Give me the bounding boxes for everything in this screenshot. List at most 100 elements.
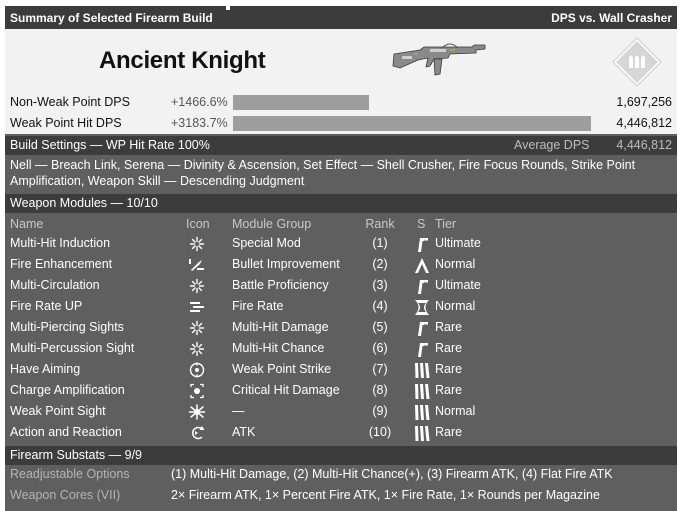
module-rank: (9) (372, 404, 388, 418)
col-rank: Rank (365, 217, 395, 231)
col-tier: Tier (435, 217, 457, 231)
module-rank: (7) (372, 362, 388, 376)
module-group: Multi-Hit Damage (232, 320, 329, 334)
title-bar: Summary of Selected Firearm Build DPS vs… (5, 6, 677, 29)
bars-socket-icon (413, 404, 431, 421)
module-rank: (10) (368, 425, 392, 439)
title-notch (226, 6, 230, 10)
burst-icon (188, 404, 206, 420)
module-row: Action and Reaction ATK (10) Rare (5, 423, 677, 444)
module-name: Weak Point Sight (10, 404, 106, 418)
module-tier: Normal (435, 299, 476, 313)
module-rank: (1) (372, 236, 388, 250)
module-row: Charge Amplification Critical Hit Damage (… (5, 381, 677, 402)
module-tier: Rare (435, 341, 463, 355)
build-summary-panel: Summary of Selected Firearm Build DPS vs… (5, 6, 677, 511)
weak-point-icon (188, 362, 206, 378)
dps-label: Weak Point Hit DPS (10, 116, 122, 130)
chevron-socket-icon (413, 257, 431, 274)
dps-row-weak-point: Weak Point Hit DPS +3183.7% 4,446,812 (5, 113, 677, 134)
substat-key: Readjustable Options (10, 467, 130, 481)
ammo-type-icon (612, 37, 662, 87)
build-settings-title: Build Settings — WP Hit Rate 100% (10, 138, 210, 152)
module-name: Action and Reaction (10, 425, 122, 439)
col-socket: S (417, 217, 426, 231)
module-tier: Normal (435, 257, 476, 271)
module-name: Multi-Circulation (10, 278, 100, 292)
build-header: Ancient Knight (5, 29, 677, 92)
bars-socket-icon (413, 362, 431, 379)
module-rank: (5) (372, 320, 388, 334)
slash-socket-icon (413, 236, 431, 253)
slash-socket-icon (413, 278, 431, 295)
module-tier: Ultimate (435, 236, 481, 250)
module-rank: (3) (372, 278, 388, 292)
dps-label: Non-Weak Point DPS (10, 95, 130, 109)
module-rank: (2) (372, 257, 388, 271)
module-row: Multi-Hit Induction Special Mod (1) Ultimat… (5, 234, 677, 255)
module-group: Multi-Hit Chance (232, 341, 325, 355)
module-group: Fire Rate (232, 299, 284, 313)
bullet-icon (188, 257, 206, 273)
weapon-modules-bar: Weapon Modules — 10/10 (5, 194, 677, 213)
module-row: Fire Enhancement Bullet Improvement (2) Nor… (5, 255, 677, 276)
substat-value: 2× Firearm ATK, 1× Percent Fire ATK, 1× … (171, 488, 600, 502)
recoil-icon (188, 425, 206, 441)
module-group: — (232, 404, 245, 418)
bars-socket-icon (413, 425, 431, 442)
module-group: Weak Point Strike (232, 362, 332, 376)
module-row: Multi-Circulation Battle Proficiency (3) Ul… (5, 276, 677, 297)
module-tier: Rare (435, 383, 463, 397)
bars-socket-icon (413, 383, 431, 400)
module-row: Multi-Piercing Sights Multi-Hit Damage (5)… (5, 318, 677, 339)
module-name: Multi-Percussion Sight (10, 341, 135, 355)
module-row: Weak Point Sight — (9) Normal (5, 402, 677, 423)
substats-bar: Firearm Substats — 9/9 (5, 446, 677, 465)
modules-column-headers: Name Icon Module Group Rank S Tier (5, 215, 677, 233)
substat-key: Weapon Cores (VII) (10, 488, 121, 502)
cross-socket-icon (413, 299, 431, 316)
module-rank: (6) (372, 341, 388, 355)
dps-percent: +3183.7% (171, 116, 228, 130)
target-label: DPS vs. Wall Crasher (551, 11, 672, 25)
build-settings-bar: Build Settings — WP Hit Rate 100% Averag… (5, 136, 677, 155)
module-group: Battle Proficiency (232, 278, 329, 292)
critical-icon (188, 383, 206, 399)
col-icon: Icon (186, 217, 210, 231)
dps-row-non-weak: Non-Weak Point DPS +1466.6% 1,697,256 (5, 92, 677, 113)
module-rank: (8) (372, 383, 388, 397)
multi-hit-icon (188, 341, 206, 357)
build-name: Ancient Knight (99, 47, 266, 74)
module-row: Fire Rate UP Fire Rate (4) Normal (5, 297, 677, 318)
dps-bar (233, 116, 591, 131)
multi-hit-icon (188, 278, 206, 294)
dps-value: 1,697,256 (616, 95, 672, 109)
substat-row: Readjustable Options (1) Multi-Hit Damag… (5, 465, 677, 486)
module-tier: Ultimate (435, 278, 481, 292)
module-group: Bullet Improvement (232, 257, 340, 271)
module-name: Fire Rate UP (10, 299, 83, 313)
dps-value: 4,446,812 (616, 116, 672, 130)
fire-rate-icon (188, 299, 206, 315)
weapon-modules-title: Weapon Modules — 10/10 (10, 196, 158, 210)
average-dps-value: 4,446,812 (616, 138, 672, 152)
substat-row: Weapon Cores (VII) 2× Firearm ATK, 1× Pe… (5, 486, 677, 507)
dps-percent: +1466.6% (171, 95, 228, 109)
module-group: Critical Hit Damage (232, 383, 340, 397)
module-name: Multi-Piercing Sights (10, 320, 124, 334)
module-rank: (4) (372, 299, 388, 313)
module-group: ATK (232, 425, 256, 439)
dps-bar (233, 95, 369, 110)
module-name: Have Aiming (10, 362, 81, 376)
slash-socket-icon (413, 341, 431, 358)
average-dps-label: Average DPS (514, 138, 590, 152)
slash-socket-icon (413, 320, 431, 337)
module-tier: Normal (435, 404, 476, 418)
module-row: Have Aiming Weak Point Strike (7) Rare (5, 360, 677, 381)
build-settings-text: Nell — Breach Link, Serena — Divinity & … (5, 156, 677, 192)
module-name: Multi-Hit Induction (10, 236, 111, 250)
module-name: Charge Amplification (10, 383, 125, 397)
substat-value: (1) Multi-Hit Damage, (2) Multi-Hit Chan… (171, 467, 613, 481)
multi-hit-icon (188, 320, 206, 336)
multi-hit-icon (188, 236, 206, 252)
